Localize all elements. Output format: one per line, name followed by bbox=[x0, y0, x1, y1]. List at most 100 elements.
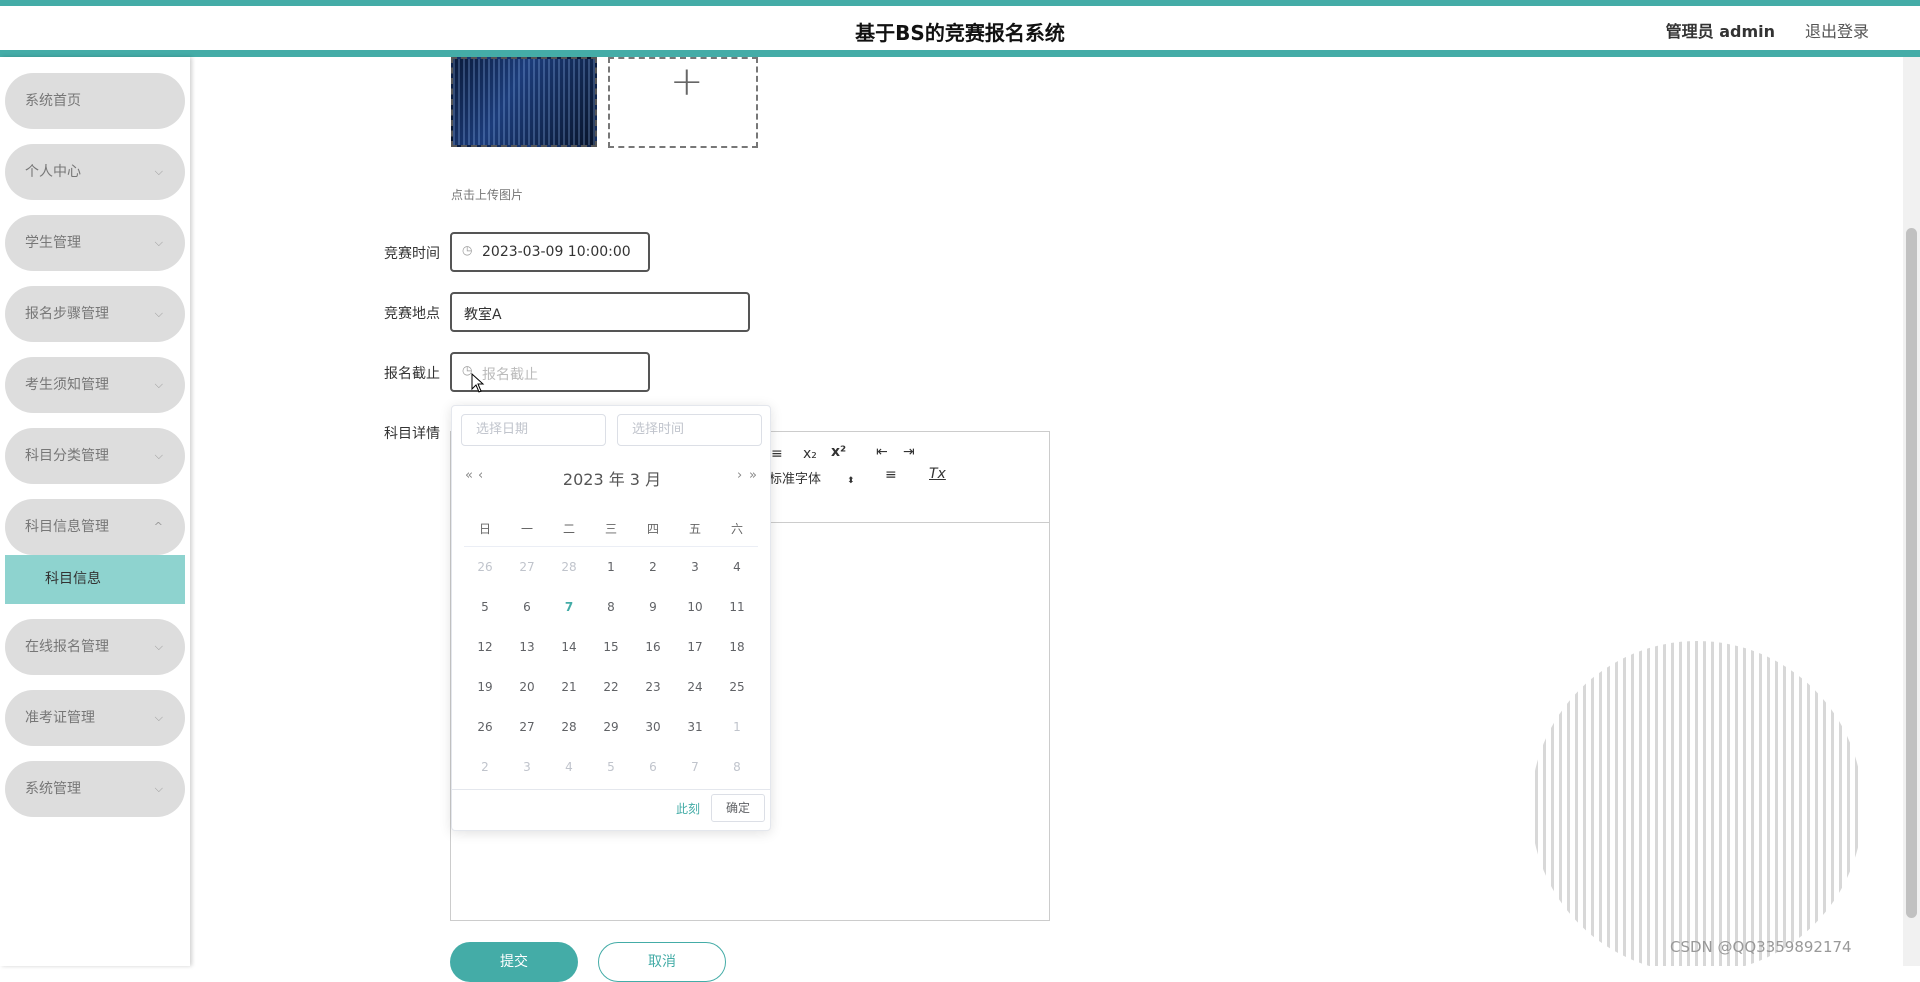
calendar-day[interactable]: 2 bbox=[632, 547, 674, 588]
sidebar-item-system[interactable]: 系统管理 ⌵ bbox=[5, 761, 185, 817]
font-select[interactable]: 标准字体 ⬍ bbox=[769, 468, 855, 487]
list-icon[interactable]: ≡ bbox=[771, 446, 783, 462]
uploaded-image-thumbnail[interactable] bbox=[451, 57, 597, 147]
calendar-day[interactable]: 11 bbox=[716, 587, 758, 627]
calendar-day[interactable]: 9 bbox=[632, 587, 674, 627]
calendar-day[interactable]: 2 bbox=[464, 747, 506, 787]
calendar-day[interactable]: 4 bbox=[548, 747, 590, 787]
submit-button[interactable]: 提交 bbox=[450, 942, 578, 982]
calendar-day[interactable]: 8 bbox=[716, 747, 758, 787]
calendar-day[interactable]: 29 bbox=[590, 707, 632, 747]
sidebar-item-categories[interactable]: 科目分类管理 ⌵ bbox=[5, 428, 185, 484]
calendar-day[interactable]: 16 bbox=[632, 627, 674, 667]
current-user: 管理员 admin bbox=[1665, 22, 1775, 41]
calendar-grid: 日一二三四五六 26 27 28 1 2 3 4 5 6 7 8 9 10 11 12 13 14 15 16 17 1… bbox=[464, 510, 758, 787]
calendar-week-row: 26 27 28 1 2 3 4 bbox=[464, 547, 758, 588]
scrollbar-thumb[interactable] bbox=[1906, 228, 1917, 918]
indent-icon[interactable]: ⇥ bbox=[903, 444, 915, 460]
sidebar-item-notice[interactable]: 考生须知管理 ⌵ bbox=[5, 357, 185, 413]
calendar-day[interactable]: 21 bbox=[548, 667, 590, 707]
picker-time-input[interactable]: 选择时间 bbox=[617, 414, 762, 446]
calendar-day[interactable]: 26 bbox=[464, 707, 506, 747]
plus-icon: + bbox=[670, 59, 704, 105]
calendar-day[interactable]: 25 bbox=[716, 667, 758, 707]
sidebar-item-students[interactable]: 学生管理 ⌵ bbox=[5, 215, 185, 271]
calendar-day[interactable]: 28 bbox=[548, 547, 590, 588]
sidebar-menu: 系统首页 个人中心 ⌵ 学生管理 ⌵ 报名步骤管理 ⌵ 考生须知管理 ⌵ 科目分类管理 ⌵… bbox=[5, 73, 185, 832]
weekday-header: 一 bbox=[506, 510, 548, 547]
calendar-day[interactable]: 8 bbox=[590, 587, 632, 627]
decorative-striped-circle bbox=[1527, 600, 1867, 966]
chevron-down-icon: ⌵ bbox=[154, 711, 163, 724]
code-texture bbox=[453, 59, 595, 145]
picker-date-input[interactable]: 选择日期 bbox=[461, 414, 606, 446]
sidebar-item-profile[interactable]: 个人中心 ⌵ bbox=[5, 144, 185, 200]
clear-format-icon[interactable]: Tx bbox=[929, 466, 946, 482]
calendar-day[interactable]: 22 bbox=[590, 667, 632, 707]
subscript-icon[interactable]: x₂ bbox=[803, 446, 817, 462]
calendar-day[interactable]: 17 bbox=[674, 627, 716, 667]
sidebar-item-admission-ticket[interactable]: 准考证管理 ⌵ bbox=[5, 690, 185, 746]
calendar-day[interactable]: 5 bbox=[590, 747, 632, 787]
calendar-day[interactable]: 1 bbox=[716, 707, 758, 747]
calendar-day[interactable]: 28 bbox=[548, 707, 590, 747]
calendar-day[interactable]: 24 bbox=[674, 667, 716, 707]
sidebar-item-label: 在线报名管理 bbox=[25, 639, 109, 655]
now-button[interactable]: 此刻 bbox=[676, 800, 700, 817]
top-bar: 基于BS的竞赛报名系统 管理员 admin 退出登录 bbox=[0, 0, 1920, 57]
watermark: CSDN @QQ3359892174 bbox=[1670, 938, 1852, 956]
calendar-day[interactable]: 20 bbox=[506, 667, 548, 707]
calendar-day[interactable]: 7 bbox=[548, 587, 590, 627]
weekday-header: 日 bbox=[464, 510, 506, 547]
upload-add-button[interactable]: + bbox=[608, 57, 758, 148]
sidebar-item-registration[interactable]: 在线报名管理 ⌵ bbox=[5, 619, 185, 675]
next-month-icon[interactable]: › bbox=[737, 468, 742, 483]
calendar-day[interactable]: 27 bbox=[506, 547, 548, 588]
calendar-day[interactable]: 14 bbox=[548, 627, 590, 667]
location-input[interactable]: 教室A bbox=[450, 292, 750, 332]
calendar-day[interactable]: 18 bbox=[716, 627, 758, 667]
competition-time-input[interactable]: ◷ 2023-03-09 10:00:00 bbox=[450, 232, 650, 272]
outdent-icon[interactable]: ⇤ bbox=[876, 444, 888, 460]
sidebar-item-label: 学生管理 bbox=[25, 235, 81, 251]
competition-time-label: 竞赛时间 bbox=[384, 246, 440, 262]
sidebar-item-label: 系统管理 bbox=[25, 781, 81, 797]
mouse-cursor-icon bbox=[471, 372, 485, 397]
system-title: 基于BS的竞赛报名系统 bbox=[855, 21, 1065, 45]
confirm-button[interactable]: 确定 bbox=[711, 794, 765, 822]
calendar-day[interactable]: 12 bbox=[464, 627, 506, 667]
calendar-day[interactable]: 30 bbox=[632, 707, 674, 747]
calendar-day[interactable]: 13 bbox=[506, 627, 548, 667]
calendar-day[interactable]: 15 bbox=[590, 627, 632, 667]
calendar-day[interactable]: 27 bbox=[506, 707, 548, 747]
calendar-day[interactable]: 3 bbox=[674, 547, 716, 588]
sidebar-item-subjects[interactable]: 科目信息管理 ^ bbox=[5, 499, 185, 555]
next-year-icon[interactable]: » bbox=[749, 468, 757, 483]
sidebar-item-home[interactable]: 系统首页 bbox=[5, 73, 185, 129]
chevron-down-icon: ⌵ bbox=[154, 640, 163, 653]
calendar-day[interactable]: 3 bbox=[506, 747, 548, 787]
calendar-day[interactable]: 31 bbox=[674, 707, 716, 747]
weekday-header: 三 bbox=[590, 510, 632, 547]
cancel-button[interactable]: 取消 bbox=[598, 942, 726, 982]
logout-link[interactable]: 退出登录 bbox=[1805, 18, 1869, 42]
calendar-day[interactable]: 6 bbox=[506, 587, 548, 627]
calendar-day[interactable]: 4 bbox=[716, 547, 758, 588]
calendar-day[interactable]: 26 bbox=[464, 547, 506, 588]
superscript-icon[interactable]: x² bbox=[831, 444, 846, 460]
calendar-day[interactable]: 6 bbox=[632, 747, 674, 787]
calendar-day[interactable]: 19 bbox=[464, 667, 506, 707]
calendar-week-row: 19 20 21 22 23 24 25 bbox=[464, 667, 758, 707]
calendar-day[interactable]: 1 bbox=[590, 547, 632, 588]
sidebar-subitem-subject-info[interactable]: 科目信息 bbox=[5, 555, 185, 604]
align-icon[interactable]: ≡ bbox=[885, 467, 897, 483]
calendar-day[interactable]: 5 bbox=[464, 587, 506, 627]
calendar-day[interactable]: 7 bbox=[674, 747, 716, 787]
sidebar-item-label: 个人中心 bbox=[25, 164, 81, 180]
calendar-day[interactable]: 10 bbox=[674, 587, 716, 627]
sidebar-item-label: 科目分类管理 bbox=[25, 448, 109, 464]
sidebar-item-steps[interactable]: 报名步骤管理 ⌵ bbox=[5, 286, 185, 342]
calendar-day[interactable]: 23 bbox=[632, 667, 674, 707]
calendar-week-row: 26 27 28 29 30 31 1 bbox=[464, 707, 758, 747]
sidebar-item-label: 报名步骤管理 bbox=[25, 306, 109, 322]
